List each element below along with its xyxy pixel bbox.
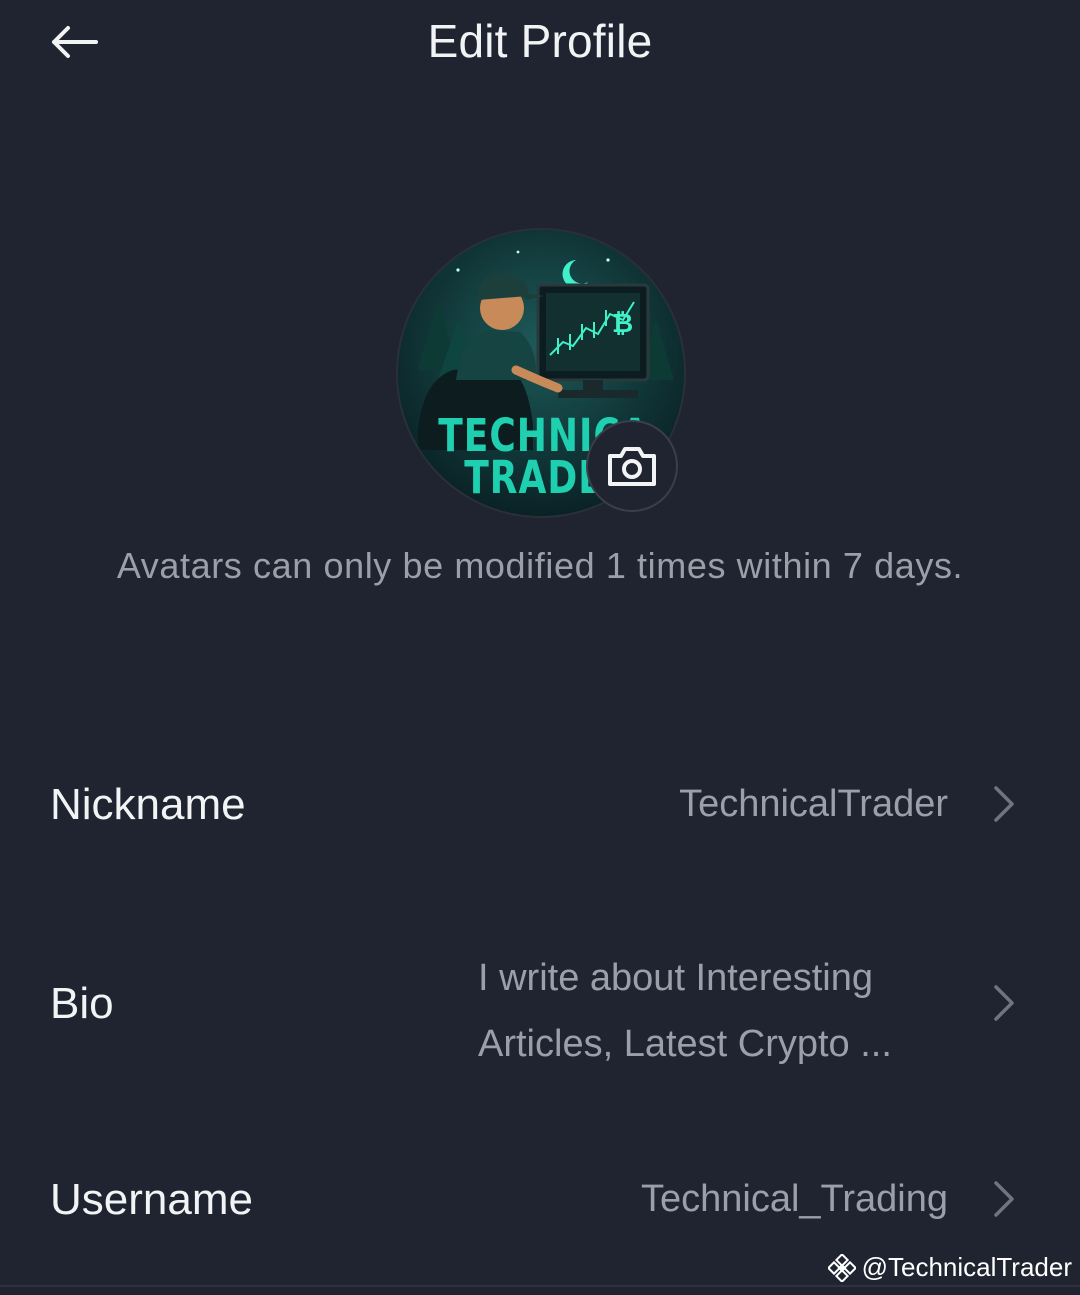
watermark-text: @TechnicalTrader bbox=[861, 1252, 1072, 1282]
bio-row[interactable]: Bio I write about Interesting Articles, … bbox=[0, 935, 1080, 1075]
bio-value-line-2: Articles, Latest Crypto ... bbox=[478, 1023, 892, 1065]
nickname-value: TechnicalTrader bbox=[679, 783, 948, 825]
nickname-label: Nickname bbox=[50, 780, 246, 829]
chevron-right-icon bbox=[994, 1181, 1014, 1217]
avatar-change-limit-note: Avatars can only be modified 1 times wit… bbox=[116, 545, 964, 586]
page-title: Edit Profile bbox=[427, 15, 653, 67]
chevron-right-icon bbox=[994, 985, 1014, 1021]
binance-logo-icon bbox=[827, 1253, 856, 1282]
bio-value: I write about Interesting Articles, Late… bbox=[478, 945, 892, 1077]
bio-label: Bio bbox=[50, 979, 114, 1028]
svg-text:₿: ₿ bbox=[612, 309, 633, 339]
camera-icon bbox=[608, 447, 656, 486]
edit-profile-screen: Edit Profile ₿ TECHNICA TRADE Avatars ca… bbox=[0, 0, 1080, 1295]
username-label: Username bbox=[50, 1175, 253, 1224]
watermark: @TechnicalTrader bbox=[827, 1252, 1072, 1283]
username-row[interactable]: Username Technical_Trading bbox=[0, 1145, 1080, 1255]
avatar-section: ₿ TECHNICA TRADE bbox=[398, 230, 684, 516]
bio-value-line-1: I write about Interesting bbox=[478, 957, 873, 999]
bottom-divider bbox=[0, 1285, 1080, 1287]
nickname-row[interactable]: Nickname TechnicalTrader bbox=[0, 750, 1080, 860]
header: Edit Profile bbox=[0, 0, 1080, 88]
chevron-right-icon bbox=[994, 786, 1014, 822]
username-value: Technical_Trading bbox=[641, 1178, 948, 1220]
change-avatar-button[interactable] bbox=[586, 420, 678, 512]
